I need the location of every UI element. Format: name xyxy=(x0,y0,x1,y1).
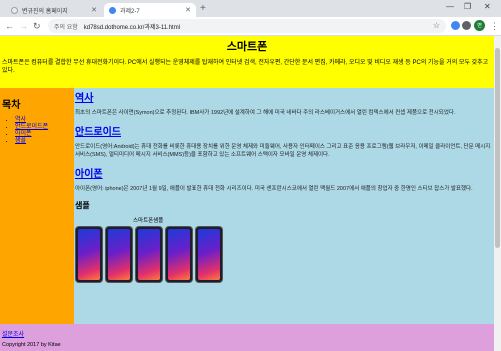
main-content: 역사 최초의 스마트폰은 사이먼(Symon)으로 추정된다. IBM사가 19… xyxy=(74,88,494,324)
page-viewport: 스마트폰 스마트폰은 컴퓨터를 결합한 무선 휴대전화기이다. PC에서 실행되… xyxy=(0,36,494,351)
copyright-text: Copyright 2017 by Kitae xyxy=(2,342,61,348)
tab-homepage[interactable]: 변규진의 홈페이지 ✕ xyxy=(6,3,102,17)
toc-list: 역사 안드로이드폰 아이폰 샘플 xyxy=(2,117,72,145)
bookmark-star-icon[interactable]: ☆ xyxy=(433,21,440,30)
puzzle-icon[interactable] xyxy=(462,21,471,30)
phone-image xyxy=(165,226,193,283)
browser-toolbar: ← → ↻ 주의 요함 kd78sd.dothome.co.kr/과제3-11.… xyxy=(0,17,501,36)
avatar[interactable]: 변 xyxy=(474,20,485,31)
globe-icon xyxy=(109,6,116,14)
page-footer: 설문조사 Copyright 2017 by Kitae xyxy=(0,324,494,351)
toc-link-sample[interactable]: 샘플 xyxy=(15,138,26,144)
address-bar[interactable]: 주의 요함 kd78sd.dothome.co.kr/과제3-11.html ☆ xyxy=(48,19,446,33)
scrollbar[interactable] xyxy=(494,36,501,351)
tab-bar: 변규진의 홈페이지 ✕ 과제2-7 ✕ + — ❐ ✕ xyxy=(0,0,501,17)
page-header: 스마트폰 스마트폰은 컴퓨터를 결합한 무선 휴대전화기이다. PC에서 실행되… xyxy=(0,36,494,88)
phone-image xyxy=(75,226,103,283)
close-icon[interactable]: ✕ xyxy=(91,6,97,14)
section-text: 최초의 스마트폰은 사이먼(Symon)으로 추정된다. IBM사가 1992년… xyxy=(75,110,456,116)
page-icon xyxy=(11,6,18,14)
sidebar-heading: 목차 xyxy=(2,100,21,111)
security-warning[interactable]: 주의 요함 xyxy=(54,22,78,31)
section-text: 안드로이드(영어:Android)는 휴대 전화를 비롯한 휴대용 장치를 위한… xyxy=(75,144,491,158)
sample-caption: 스마트폰샘플 xyxy=(133,218,164,224)
toc-link-iphone[interactable]: 아이폰 xyxy=(15,131,32,137)
intro-text: 스마트폰은 컴퓨터를 결합한 무선 휴대전화기이다. PC에서 실행되는 운영체… xyxy=(2,60,489,74)
toc-link-history[interactable]: 역사 xyxy=(15,117,26,123)
section-text: 아이폰(영어: iphone)은 2007년 1월 9일, 애플이 발표한 휴대… xyxy=(75,186,473,192)
kebab-menu-icon[interactable]: ⋮ xyxy=(490,20,499,32)
url-text: kd78sd.dothome.co.kr/과제3-11.html xyxy=(83,24,181,31)
toc-item: 역사 xyxy=(15,117,72,124)
close-icon[interactable]: ✕ xyxy=(185,6,191,14)
tab-assignment[interactable]: 과제2-7 ✕ xyxy=(104,3,196,17)
window-close-icon[interactable]: ✕ xyxy=(484,2,491,11)
sidebar: 목차 역사 안드로이드폰 아이폰 샘플 xyxy=(0,88,74,324)
phone-image xyxy=(195,226,223,283)
page-title: 스마트폰 xyxy=(226,41,268,53)
phone-gallery xyxy=(75,226,493,283)
reload-icon[interactable]: ↻ xyxy=(33,20,41,32)
maximize-icon[interactable]: ❐ xyxy=(464,2,471,11)
tab-label: 과제2-7 xyxy=(120,8,140,15)
toc-item: 아이폰 xyxy=(15,131,72,138)
section-link-iphone[interactable]: 아이폰 xyxy=(75,169,103,180)
back-icon[interactable]: ← xyxy=(5,20,14,32)
minimize-icon[interactable]: — xyxy=(446,2,454,11)
new-tab-button[interactable]: + xyxy=(200,3,206,15)
phone-image xyxy=(105,226,133,283)
section-heading: 안드로이드 xyxy=(75,127,493,139)
section-link-android[interactable]: 안드로이드 xyxy=(75,127,121,138)
section-link-history[interactable]: 역사 xyxy=(75,93,93,104)
survey-link[interactable]: 설문조사 xyxy=(2,329,492,338)
section-heading: 역사 xyxy=(75,93,493,105)
sample-heading: 샘플 xyxy=(75,201,90,210)
toc-item: 샘플 xyxy=(15,138,72,145)
forward-icon[interactable]: → xyxy=(19,20,28,32)
tab-label: 변규진의 홈페이지 xyxy=(22,8,68,15)
scrollbar-thumb[interactable] xyxy=(495,48,500,248)
toc-item: 안드로이드폰 xyxy=(15,124,72,131)
phone-image xyxy=(135,226,163,283)
extension-icon[interactable] xyxy=(451,21,460,30)
section-heading: 아이폰 xyxy=(75,169,493,181)
toc-link-android[interactable]: 안드로이드폰 xyxy=(15,124,48,130)
